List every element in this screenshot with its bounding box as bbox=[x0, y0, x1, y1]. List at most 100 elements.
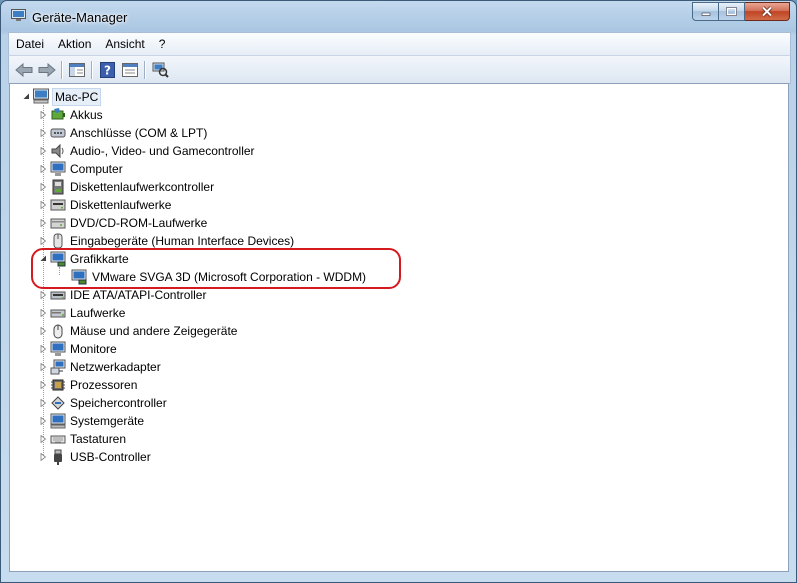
tree-expander[interactable] bbox=[39, 290, 48, 299]
collapsed-triangle-icon bbox=[40, 128, 47, 137]
minimize-button[interactable] bbox=[692, 2, 719, 21]
tree-expander[interactable] bbox=[39, 344, 48, 353]
device-manager-app-icon bbox=[11, 9, 26, 21]
network-adapter-icon bbox=[50, 359, 66, 375]
root-collapse-toggle[interactable] bbox=[22, 92, 31, 101]
computer-root-icon bbox=[33, 88, 49, 104]
collapsed-triangle-icon bbox=[40, 308, 47, 317]
tree-expander[interactable] bbox=[39, 146, 48, 155]
collapsed-triangle-icon bbox=[40, 416, 47, 425]
tree-item-label[interactable]: IDE ATA/ATAPI-Controller bbox=[70, 287, 206, 303]
collapsed-triangle-icon bbox=[40, 290, 47, 299]
minimize-icon bbox=[701, 12, 710, 16]
mouse-icon bbox=[53, 324, 63, 339]
tree-item-label[interactable]: Diskettenlaufwerke bbox=[70, 197, 171, 213]
collapsed-triangle-icon bbox=[40, 110, 47, 119]
tree-item-label[interactable]: Speichercontroller bbox=[70, 395, 167, 411]
tree-item-label[interactable]: Laufwerke bbox=[70, 305, 125, 321]
tree-item-label[interactable]: Akkus bbox=[70, 107, 103, 123]
close-icon bbox=[761, 6, 773, 17]
tree-item-label[interactable]: Computer bbox=[70, 161, 123, 177]
hid-icon bbox=[53, 233, 63, 249]
collapsed-triangle-icon bbox=[40, 146, 47, 155]
collapsed-triangle-icon bbox=[40, 164, 47, 173]
help-button[interactable]: ? bbox=[96, 59, 118, 81]
tree-item-label[interactable]: Audio-, Video- und Gamecontroller bbox=[70, 143, 255, 159]
tree-expander[interactable] bbox=[39, 308, 48, 317]
tree-expander[interactable] bbox=[39, 362, 48, 371]
tree-expander[interactable] bbox=[39, 128, 48, 137]
help-icon-glyph: ? bbox=[104, 63, 111, 77]
help-icon: ? bbox=[99, 61, 115, 78]
battery-icon bbox=[51, 108, 65, 120]
floppy-drive-icon bbox=[50, 199, 66, 211]
maximize-icon bbox=[726, 7, 737, 16]
tree-expander[interactable] bbox=[39, 218, 48, 227]
close-button[interactable] bbox=[745, 2, 790, 21]
tree-expander[interactable] bbox=[39, 416, 48, 425]
device-tree-panel[interactable]: Mac-PC Akkus Anschlüsse (COM & LPT) Audio-… bbox=[9, 83, 789, 572]
menu-ansicht[interactable]: Ansicht bbox=[98, 34, 151, 54]
disk-drive-icon bbox=[50, 309, 66, 318]
tree-root-label[interactable]: Mac-PC bbox=[52, 88, 102, 106]
keyboard-icon bbox=[50, 435, 66, 444]
tree-expander[interactable] bbox=[39, 398, 48, 407]
tree-item-label[interactable]: Prozessoren bbox=[70, 377, 137, 393]
collapsed-triangle-icon bbox=[40, 380, 47, 389]
tree-expander[interactable] bbox=[39, 434, 48, 443]
toolbar-separator bbox=[61, 60, 62, 79]
menu-help[interactable]: ? bbox=[152, 34, 173, 54]
device-tree: Mac-PC Akkus Anschlüsse (COM & LPT) Audio-… bbox=[10, 84, 788, 571]
toolbar-separator bbox=[91, 60, 92, 79]
scan-hardware-icon bbox=[152, 62, 169, 78]
menu-aktion[interactable]: Aktion bbox=[51, 34, 98, 54]
tree-item-label[interactable]: Eingabegeräte (Human Interface Devices) bbox=[70, 233, 294, 249]
tree-expander[interactable] bbox=[39, 326, 48, 335]
processor-icon bbox=[51, 379, 65, 391]
menu-datei[interactable]: Datei bbox=[9, 34, 51, 54]
back-icon bbox=[15, 62, 33, 77]
speaker-icon bbox=[51, 143, 64, 159]
tree-item-label[interactable]: DVD/CD-ROM-Laufwerke bbox=[70, 215, 207, 231]
properties-icon bbox=[122, 62, 138, 77]
tree-item-label[interactable]: Monitore bbox=[70, 341, 117, 357]
tree-item-label[interactable]: Netzwerkadapter bbox=[70, 359, 161, 375]
properties-button[interactable] bbox=[119, 59, 141, 81]
title-bar[interactable]: Geräte-Manager bbox=[1, 1, 796, 33]
back-button[interactable] bbox=[13, 59, 35, 81]
collapsed-triangle-icon bbox=[40, 236, 47, 245]
collapsed-triangle-icon bbox=[40, 398, 47, 407]
tree-expander[interactable] bbox=[39, 182, 48, 191]
dvd-drive-icon bbox=[50, 218, 66, 229]
tree-item-label[interactable]: Tastaturen bbox=[70, 431, 126, 447]
highlight-annotation bbox=[31, 248, 401, 289]
window-title: Geräte-Manager bbox=[32, 10, 128, 25]
menu-bar: Datei Aktion Ansicht ? bbox=[8, 32, 791, 55]
show-hide-tree-icon bbox=[69, 62, 85, 77]
tree-expander[interactable] bbox=[39, 380, 48, 389]
toolbar: ? bbox=[8, 55, 791, 84]
tree-expander[interactable] bbox=[39, 164, 48, 173]
show-hide-tree-button[interactable] bbox=[66, 59, 88, 81]
computer-icon bbox=[50, 161, 66, 176]
collapsed-triangle-icon bbox=[40, 218, 47, 227]
tree-item-label[interactable]: Mäuse und andere Zeigegeräte bbox=[70, 323, 237, 339]
device-manager-window: Geräte-Manager Datei Aktion Ansicht ? ? … bbox=[0, 0, 797, 583]
monitor-icon bbox=[50, 341, 66, 356]
scan-hardware-button[interactable] bbox=[149, 59, 171, 81]
collapsed-triangle-icon bbox=[40, 452, 47, 461]
tree-expander[interactable] bbox=[39, 452, 48, 461]
tree-item-label[interactable]: USB-Controller bbox=[70, 449, 151, 465]
port-icon bbox=[50, 128, 66, 138]
forward-icon bbox=[38, 62, 56, 77]
tree-expander[interactable] bbox=[39, 236, 48, 245]
tree-item-label[interactable]: Systemgeräte bbox=[70, 413, 144, 429]
forward-button[interactable] bbox=[36, 59, 58, 81]
tree-expander[interactable] bbox=[39, 200, 48, 209]
maximize-button[interactable] bbox=[719, 2, 745, 21]
tree-item-label[interactable]: Diskettenlaufwerkcontroller bbox=[70, 179, 214, 195]
tree-expander[interactable] bbox=[39, 110, 48, 119]
floppy-controller-icon bbox=[52, 179, 64, 195]
system-device-icon bbox=[50, 413, 66, 429]
tree-item-label[interactable]: Anschlüsse (COM & LPT) bbox=[70, 125, 207, 141]
